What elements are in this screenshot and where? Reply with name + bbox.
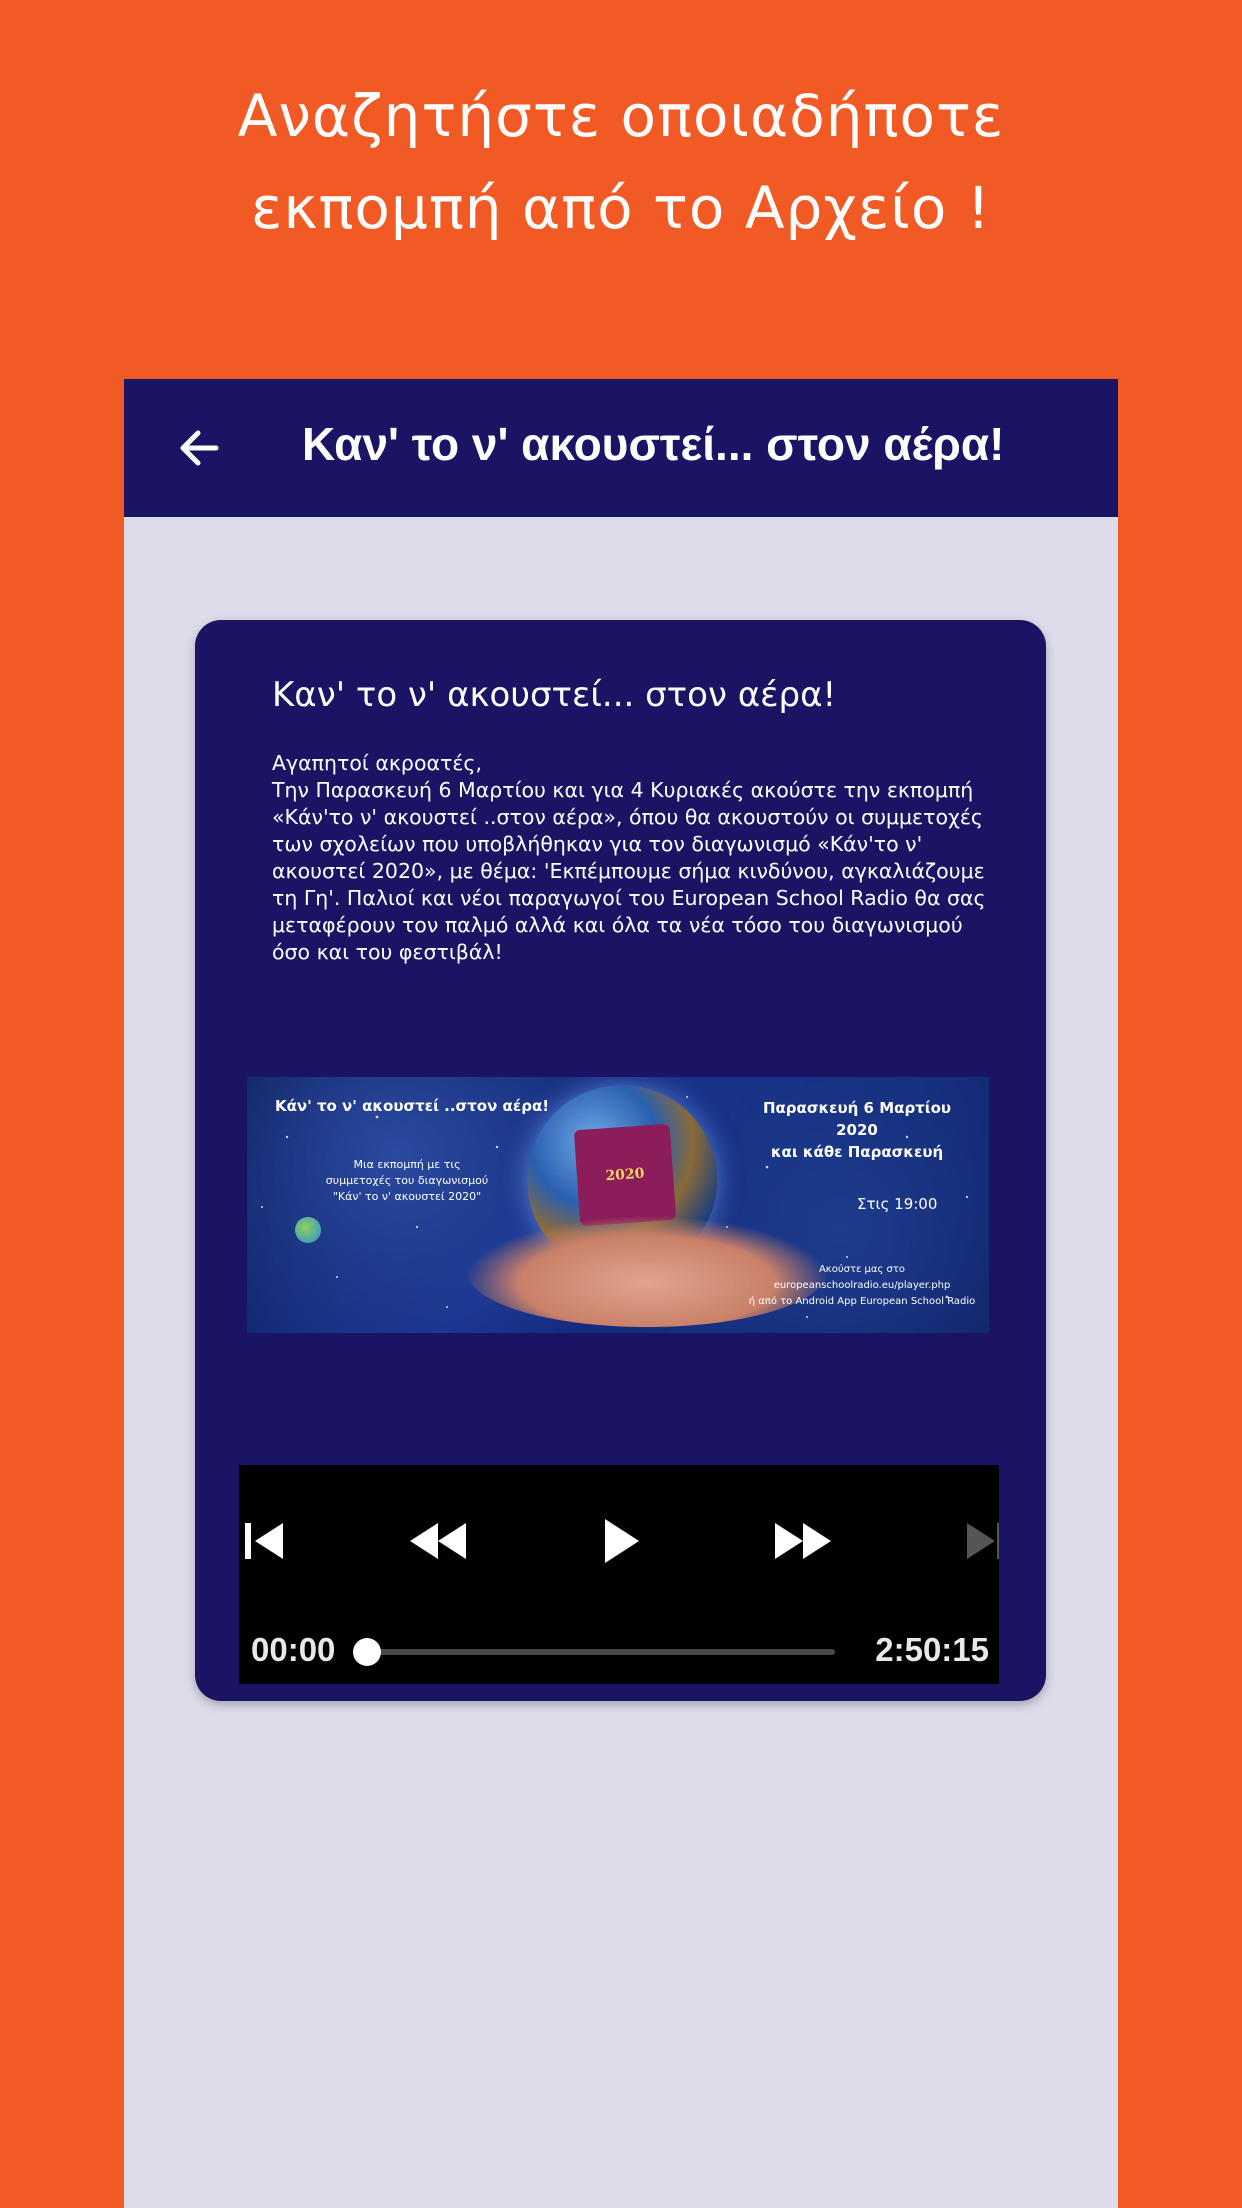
poster-listen-info: Ακούστε μας στο europeanschoolradio.eu/p… [747, 1262, 977, 1310]
poster-listen-line-1: Ακούστε μας στο [818, 1264, 906, 1275]
promo-line-1: Αναζητήστε οποιαδήποτε [237, 82, 1005, 150]
total-duration: 2:50:15 [875, 1631, 989, 1668]
description-text: Την Παρασκευή 6 Μαρτίου και για 4 Κυριακ… [272, 778, 986, 964]
app-bar: Καν' το ν' ακουστεί... στον αέρα! [124, 379, 1118, 517]
seek-bar[interactable] [353, 1638, 835, 1666]
current-time: 00:00 [251, 1631, 336, 1668]
seek-bar-thumb[interactable] [353, 1638, 381, 1666]
fast-forward-icon [775, 1523, 831, 1559]
poster-time: Στις 19:00 [857, 1195, 938, 1213]
fast-forward-button[interactable] [767, 1511, 831, 1571]
poster-subtitle-line-1: Μια εκπομπή με τις [353, 1158, 461, 1171]
promo-headline: Αναζητήστε οποιαδήποτε εκπομπή από το Αρ… [0, 70, 1242, 254]
play-button[interactable] [589, 1511, 649, 1571]
poster-date: Παρασκευή 6 Μαρτίου 2020 και κάθε Παρασκ… [747, 1097, 967, 1163]
rewind-icon [410, 1523, 466, 1559]
episode-poster: 2020 Κάν' το ν' ακουστεί ..στον αέρα! Μι… [247, 1077, 989, 1333]
episode-title: Καν' το ν' ακουστεί... στον αέρα! [272, 675, 837, 715]
festival-logo: 2020 [573, 1123, 677, 1227]
rewind-button[interactable] [404, 1511, 466, 1571]
description-greeting: Αγαπητοί ακροατές, [272, 751, 482, 775]
back-button[interactable] [164, 413, 234, 483]
episode-description: Αγαπητοί ακροατές, Την Παρασκευή 6 Μαρτί… [272, 750, 1002, 966]
phone-screen: Καν' το ν' ακουστεί... στον αέρα! Καν' τ… [124, 379, 1118, 2208]
poster-date-line-1: Παρασκευή 6 Μαρτίου 2020 [762, 1099, 952, 1139]
poster-listen-line-2: europeanschoolradio.eu/player.php [773, 1280, 951, 1291]
skip-next-button[interactable] [951, 1511, 999, 1571]
audio-player: 00:00 2:50:15 [239, 1465, 999, 1684]
promo-line-2: εκπομπή από το Αρχείο ! [250, 174, 991, 242]
skip-previous-button[interactable] [239, 1511, 299, 1571]
poster-show-subtitle: Μια εκπομπή με τις συμμετοχές του διαγων… [297, 1157, 517, 1205]
poster-subtitle-line-3: "Κάν' το ν' ακουστεί 2020" [332, 1190, 482, 1203]
poster-listen-line-3: ή από το Android App European School Rad… [748, 1296, 976, 1307]
arrow-left-icon [180, 430, 219, 466]
page-title: Καν' το ν' ακουστεί... στον αέρα! [302, 418, 1005, 470]
mini-globe-icon [295, 1217, 321, 1243]
play-icon [605, 1519, 639, 1563]
skip-previous-icon [245, 1523, 283, 1559]
poster-date-line-2: και κάθε Παρασκευή [770, 1143, 944, 1161]
poster-subtitle-line-2: συμμετοχές του διαγωνισμού [325, 1174, 489, 1187]
episode-card: Καν' το ν' ακουστεί... στον αέρα! Αγαπητ… [195, 620, 1046, 1701]
skip-next-icon [967, 1523, 999, 1559]
poster-show-title: Κάν' το ν' ακουστεί ..στον αέρα! [275, 1097, 550, 1115]
